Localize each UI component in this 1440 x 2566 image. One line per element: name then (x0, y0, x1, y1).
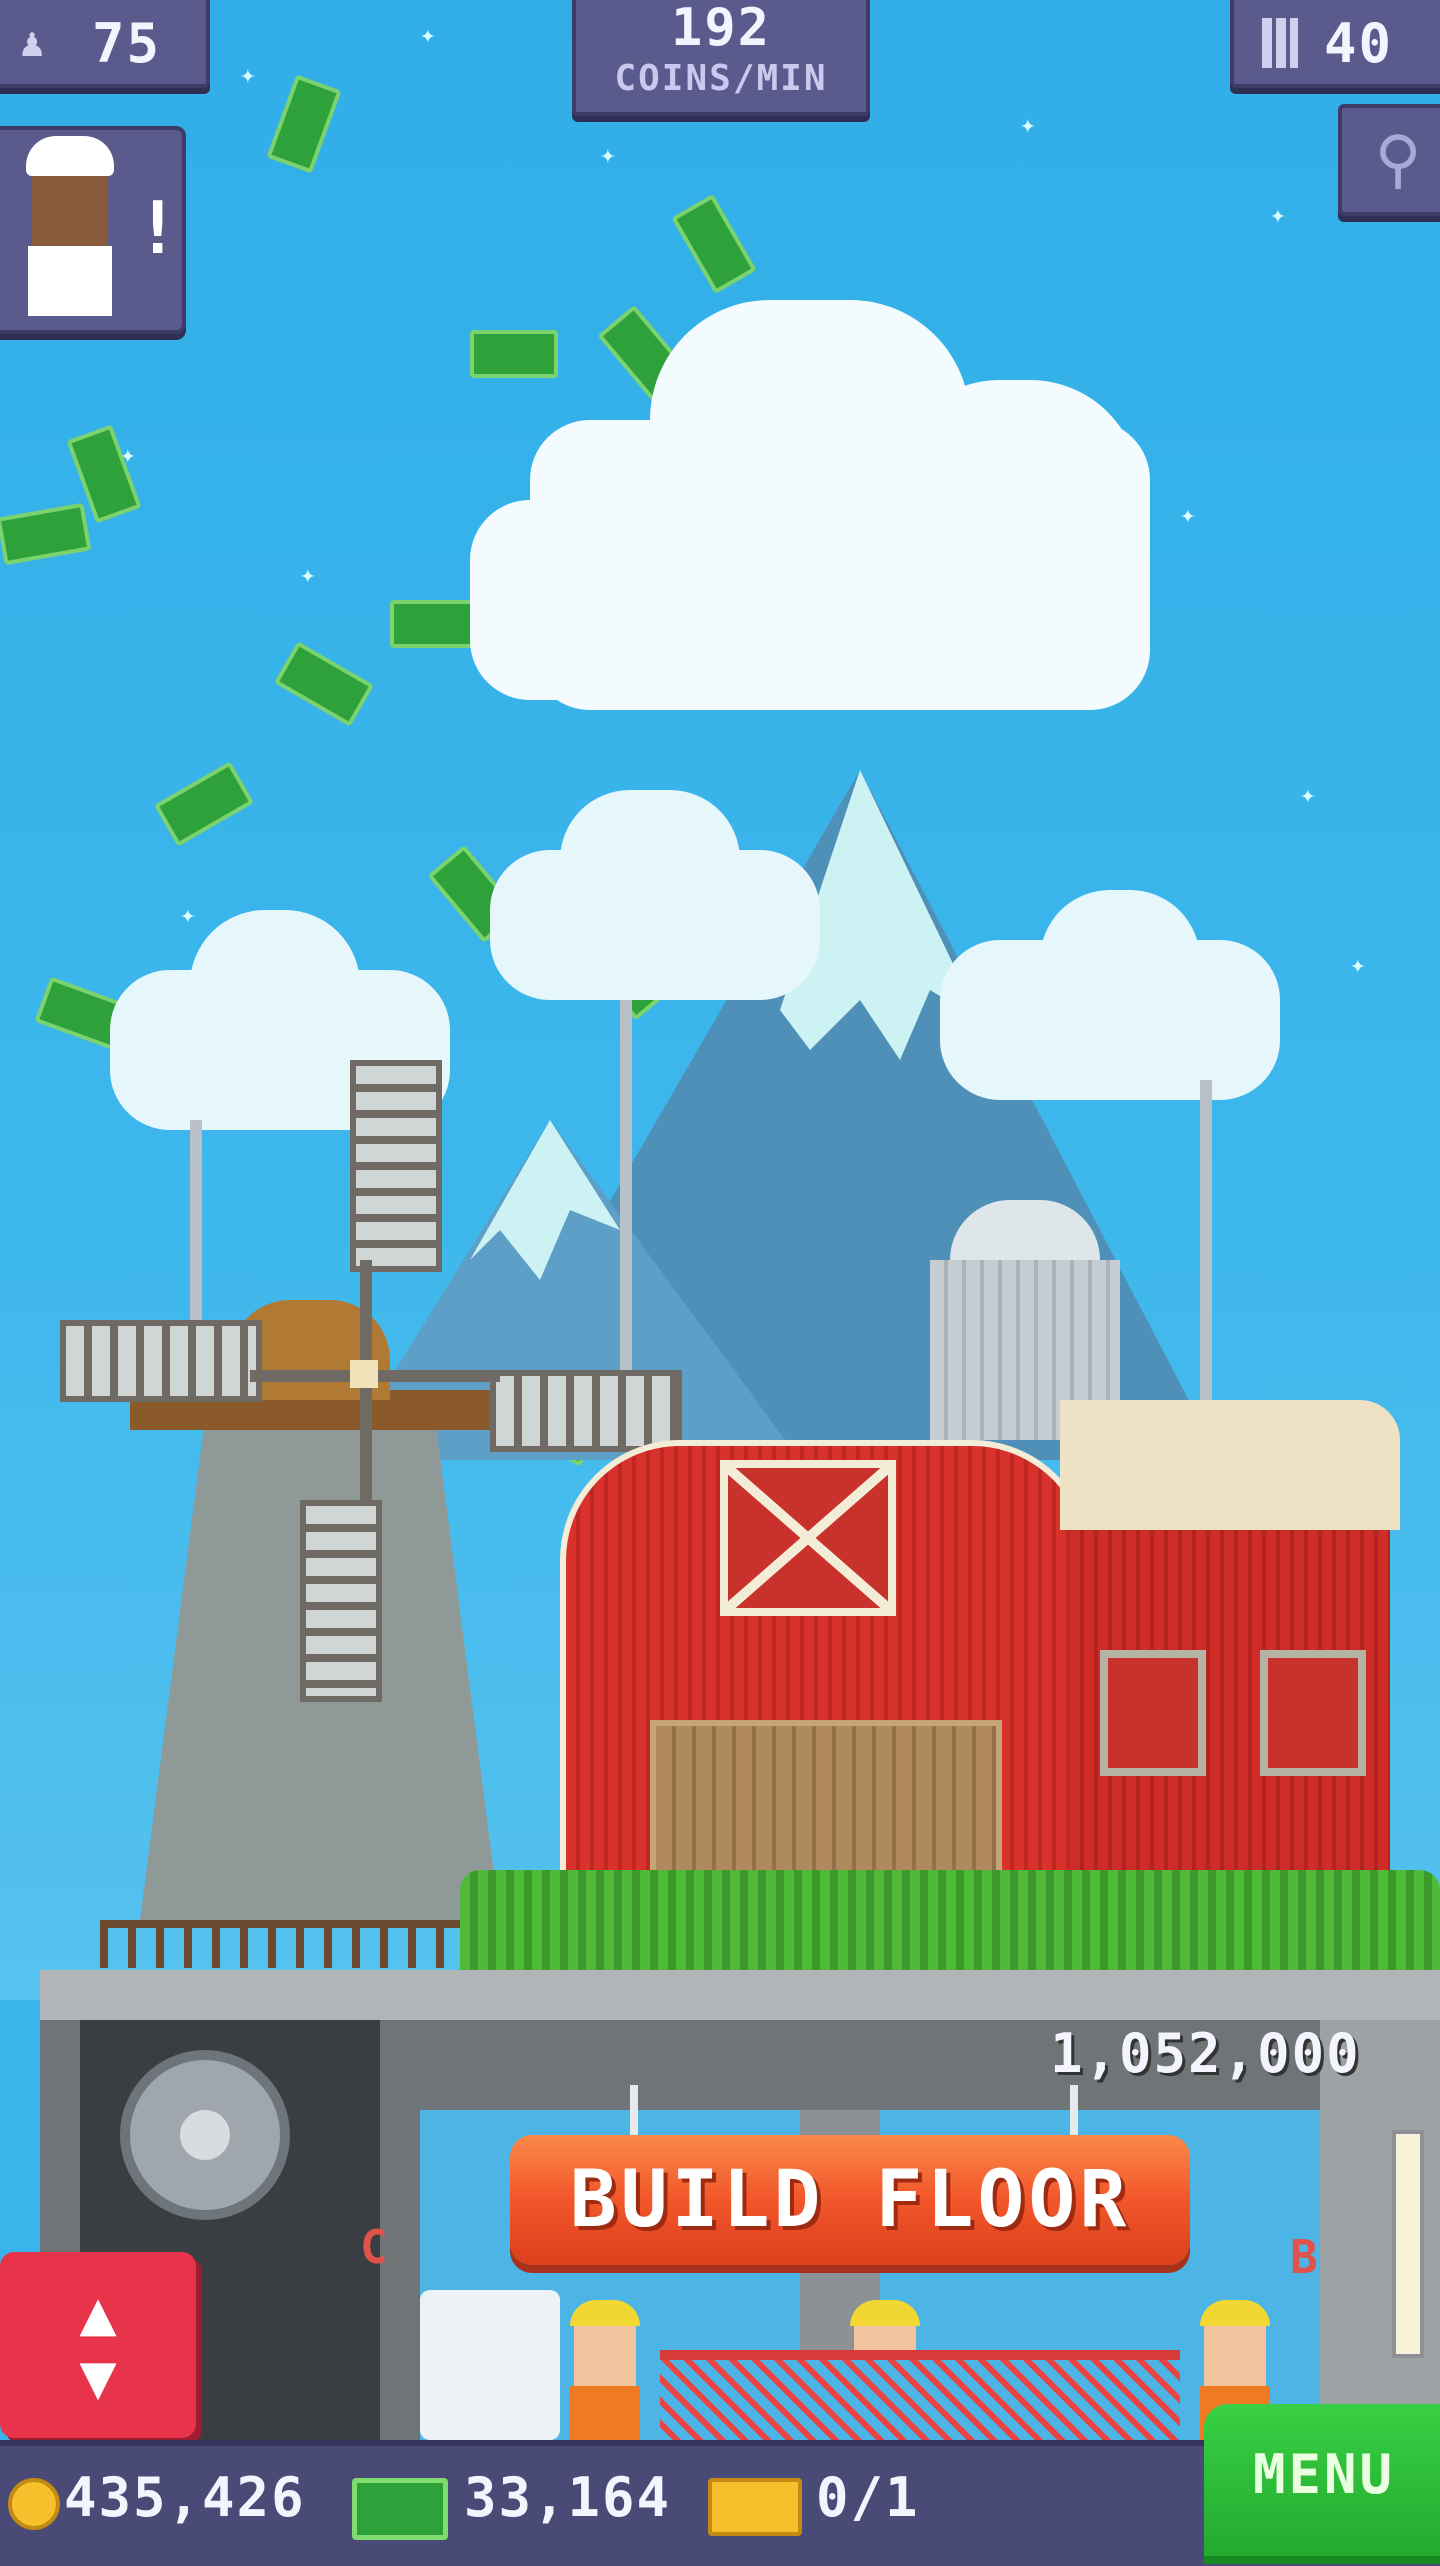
shop-letter-left: C (360, 2220, 388, 2274)
chef-avatar (22, 136, 122, 316)
person-icon: ♟ (20, 20, 45, 66)
magnifier-icon: ⚲ (1374, 123, 1422, 197)
construction-materials (420, 2290, 560, 2440)
cloud-middle (490, 790, 820, 1010)
build-cost: 1,052,000 (1050, 2022, 1361, 2085)
up-down-arrows-icon: ▲ ▼ (79, 2276, 117, 2413)
construction-fence (660, 2350, 1180, 2450)
zoom-button[interactable]: ⚲ (1338, 104, 1440, 216)
build-floor-button[interactable]: BUILD FLOOR (510, 2135, 1190, 2265)
tower-scroll-indicator (1392, 2130, 1424, 2358)
alert-icon: ! (136, 186, 180, 270)
build-floor-label: BUILD FLOOR (569, 2155, 1131, 2245)
tickets-count: 0/1 (816, 2466, 920, 2529)
worker (560, 2300, 650, 2440)
cloud-pole (1200, 1080, 1212, 1410)
menu-button[interactable]: MENU (1204, 2404, 1440, 2564)
ticket-icon (708, 2478, 802, 2536)
menu-label: MENU (1252, 2442, 1396, 2506)
floors-panel[interactable]: 40 (1230, 0, 1440, 88)
coins-count: 435,426 (64, 2466, 306, 2529)
visitor-notification-button[interactable]: ! (0, 126, 186, 334)
coins-rate-label: COINS/MIN (614, 58, 828, 99)
barn (560, 1400, 1400, 1912)
bux-count: 33,164 (464, 2466, 672, 2529)
shop-letter-right: B (1290, 2230, 1318, 2284)
big-cloud (470, 300, 1170, 710)
elevator-mechanism (110, 2050, 310, 2270)
coins-rate-value: 192 (671, 0, 771, 58)
coin-icon (8, 2478, 60, 2530)
building-icon (1262, 18, 1298, 68)
population-panel[interactable]: ♟ 75 (0, 0, 210, 88)
sign-hanger (1070, 2085, 1078, 2135)
cloud-right (940, 890, 1280, 1100)
elevator-button[interactable]: ▲ ▼ (0, 2252, 196, 2438)
grass (460, 1870, 1440, 1970)
floors-count: 40 (1324, 12, 1394, 75)
population-count: 75 (92, 12, 162, 75)
banknote-icon (352, 2478, 448, 2540)
sign-hanger (630, 2085, 638, 2135)
coins-rate-panel: 192 COINS/MIN (572, 0, 870, 116)
